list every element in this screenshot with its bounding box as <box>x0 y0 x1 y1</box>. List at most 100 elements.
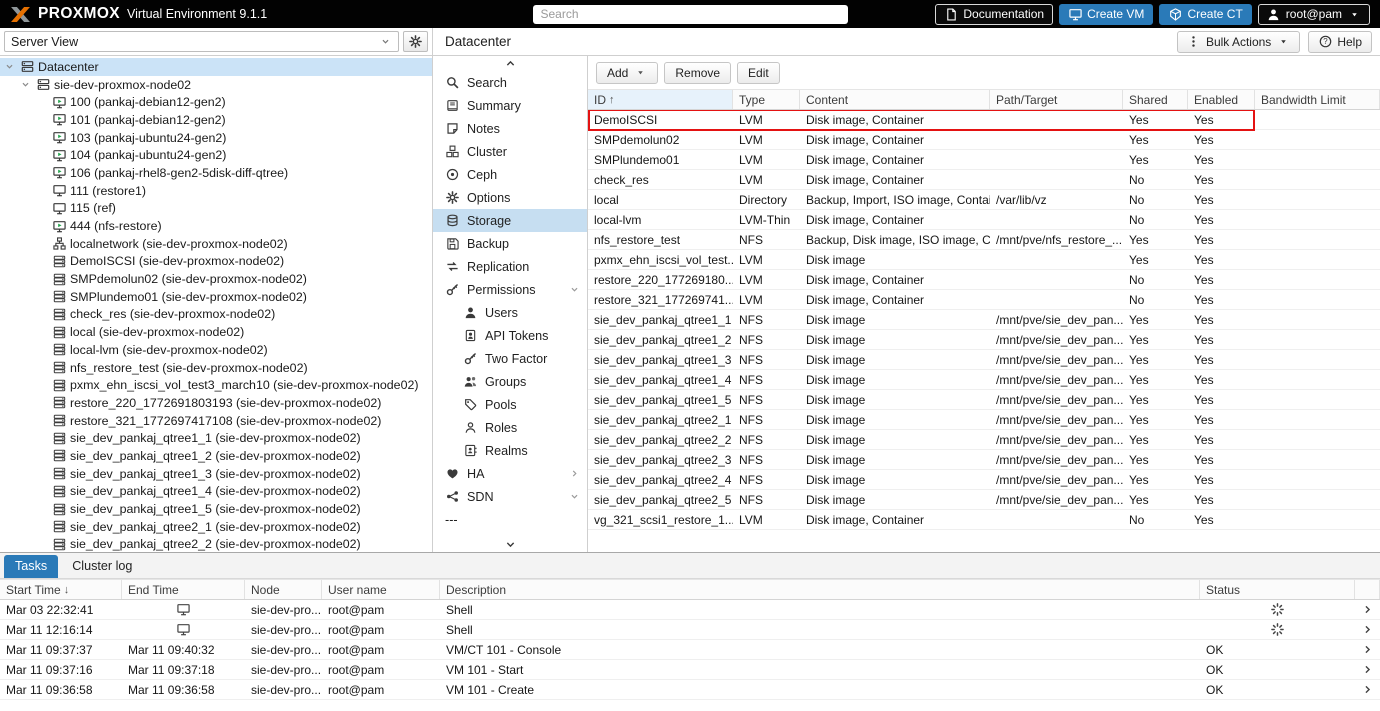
tree-item-local-sie-dev-proxmox-node02[interactable]: local (sie-dev-proxmox-node02) <box>0 323 432 341</box>
nav-item-users[interactable]: Users <box>433 301 587 324</box>
tree-item-444-nfs-restore[interactable]: 444 (nfs-restore) <box>0 217 432 235</box>
tab-tasks[interactable]: Tasks <box>4 555 58 578</box>
chevron-right-icon[interactable] <box>1361 643 1375 657</box>
storage-row-smplundemo01[interactable]: SMPlundemo01LVMDisk image, ContainerYesY… <box>588 150 1380 170</box>
tree-item-local-lvm-sie-dev-proxmox-node02[interactable]: local-lvm (sie-dev-proxmox-node02) <box>0 341 432 359</box>
view-mode-select[interactable]: Server View <box>4 31 399 52</box>
nav-item-options[interactable]: Options <box>433 186 587 209</box>
storage-row-sie-dev-pankaj-qtree2-3[interactable]: sie_dev_pankaj_qtree2_3NFSDisk image/mnt… <box>588 450 1380 470</box>
remove-button[interactable]: Remove <box>664 62 731 84</box>
storage-row-sie-dev-pankaj-qtree2-5[interactable]: sie_dev_pankaj_qtree2_5NFSDisk image/mnt… <box>588 490 1380 510</box>
storage-column-header-bandwidth-limit[interactable]: Bandwidth Limit <box>1255 90 1380 109</box>
storage-row-vg-321-scsi1-restore-1[interactable]: vg_321_scsi1_restore_1...LVMDisk image, … <box>588 510 1380 530</box>
storage-row-demoiscsi[interactable]: DemoISCSILVMDisk image, ContainerYesYes <box>588 110 1380 130</box>
nav-item-permissions[interactable]: Permissions <box>433 278 587 301</box>
tree-item-sie-dev-pankaj-qtree1-2-sie-dev-proxmox-node02[interactable]: sie_dev_pankaj_qtree1_2 (sie-dev-proxmox… <box>0 447 432 465</box>
tree-item-demoiscsi-sie-dev-proxmox-node02[interactable]: DemoISCSI (sie-dev-proxmox-node02) <box>0 253 432 271</box>
nav-item-item[interactable]: --- <box>433 508 587 531</box>
chevron-right-icon[interactable] <box>1361 623 1375 637</box>
tree-item-115-ref[interactable]: 115 (ref) <box>0 200 432 218</box>
help-button[interactable]: ?Help <box>1308 31 1372 53</box>
nav-item-realms[interactable]: Realms <box>433 439 587 462</box>
tab-cluster-log[interactable]: Cluster log <box>61 555 143 578</box>
storage-column-header-shared[interactable]: Shared <box>1123 90 1188 109</box>
storage-column-header-type[interactable]: Type <box>733 90 800 109</box>
tree-item-sie-dev-pankaj-qtree2-1-sie-dev-proxmox-node02[interactable]: sie_dev_pankaj_qtree2_1 (sie-dev-proxmox… <box>0 518 432 536</box>
task-column-header-node[interactable]: Node <box>245 580 322 599</box>
nav-item-roles[interactable]: Roles <box>433 416 587 439</box>
create-ct-button[interactable]: Create CT <box>1159 4 1251 25</box>
nav-item-backup[interactable]: Backup <box>433 232 587 255</box>
tree-item-104-pankaj-ubuntu24-gen2[interactable]: 104 (pankaj-ubuntu24-gen2) <box>0 146 432 164</box>
add-button[interactable]: Add <box>596 62 658 84</box>
nav-item-notes[interactable]: Notes <box>433 117 587 140</box>
storage-row-local[interactable]: localDirectoryBackup, Import, ISO image,… <box>588 190 1380 210</box>
storage-row-smpdemolun02[interactable]: SMPdemolun02LVMDisk image, ContainerYesY… <box>588 130 1380 150</box>
nav-item-summary[interactable]: Summary <box>433 94 587 117</box>
user-menu-button[interactable]: root@pam <box>1258 4 1370 25</box>
nav-item-replication[interactable]: Replication <box>433 255 587 278</box>
tree-item-sie-dev-pankaj-qtree1-5-sie-dev-proxmox-node02[interactable]: sie_dev_pankaj_qtree1_5 (sie-dev-proxmox… <box>0 500 432 518</box>
tree-item-smpdemolun02-sie-dev-proxmox-node02[interactable]: SMPdemolun02 (sie-dev-proxmox-node02) <box>0 270 432 288</box>
task-row-vm-101-create-4[interactable]: Mar 11 09:36:58Mar 11 09:36:58sie-dev-pr… <box>0 680 1380 700</box>
nav-item-storage[interactable]: Storage <box>433 209 587 232</box>
tree-item-111-restore1[interactable]: 111 (restore1) <box>0 182 432 200</box>
expander-icon[interactable] <box>19 78 32 92</box>
task-column-header-end-time[interactable]: End Time <box>122 580 245 599</box>
tree-item-nfs-restore-test-sie-dev-proxmox-node02[interactable]: nfs_restore_test (sie-dev-proxmox-node02… <box>0 359 432 377</box>
storage-column-header-id[interactable]: ID↑ <box>588 90 733 109</box>
task-row-vm-ct-101-console-2[interactable]: Mar 11 09:37:37Mar 11 09:40:32sie-dev-pr… <box>0 640 1380 660</box>
chevron-right-icon[interactable] <box>1361 603 1375 617</box>
tree-item-100-pankaj-debian12-gen2[interactable]: 100 (pankaj-debian12-gen2) <box>0 93 432 111</box>
tree-item-106-pankaj-rhel8-gen2-5disk-diff-qtree[interactable]: 106 (pankaj-rhel8-gen2-5disk-diff-qtree) <box>0 164 432 182</box>
nav-item-groups[interactable]: Groups <box>433 370 587 393</box>
storage-row-sie-dev-pankaj-qtree2-4[interactable]: sie_dev_pankaj_qtree2_4NFSDisk image/mnt… <box>588 470 1380 490</box>
tree-item-101-pankaj-debian12-gen2[interactable]: 101 (pankaj-debian12-gen2) <box>0 111 432 129</box>
create-vm-button[interactable]: Create VM <box>1059 4 1153 25</box>
documentation-button[interactable]: Documentation <box>935 4 1053 25</box>
tree-item-restore-220-1772691803193-sie-dev-proxmox-node02[interactable]: restore_220_1772691803193 (sie-dev-proxm… <box>0 394 432 412</box>
tree-item-sie-dev-proxmox-node02[interactable]: sie-dev-proxmox-node02 <box>0 76 432 94</box>
nav-item-two-factor[interactable]: Two Factor <box>433 347 587 370</box>
nav-scroll-down[interactable] <box>433 537 587 552</box>
nav-item-ha[interactable]: HA <box>433 462 587 485</box>
bulk-actions-button[interactable]: Bulk Actions <box>1177 31 1300 53</box>
task-column-header-user-name[interactable]: User name <box>322 580 440 599</box>
task-column-header-status[interactable]: Status <box>1200 580 1355 599</box>
task-column-header-description[interactable]: Description <box>440 580 1200 599</box>
nav-item-search[interactable]: Search <box>433 71 587 94</box>
storage-row-sie-dev-pankaj-qtree2-1[interactable]: sie_dev_pankaj_qtree2_1NFSDisk image/mnt… <box>588 410 1380 430</box>
nav-item-pools[interactable]: Pools <box>433 393 587 416</box>
tree-item-103-pankaj-ubuntu24-gen2[interactable]: 103 (pankaj-ubuntu24-gen2) <box>0 129 432 147</box>
storage-row-check-res[interactable]: check_resLVMDisk image, ContainerNoYes <box>588 170 1380 190</box>
task-row-shell-0[interactable]: Mar 03 22:32:41sie-dev-pro...root@pamShe… <box>0 600 1380 620</box>
tree-item-restore-321-1772697417108-sie-dev-proxmox-node02[interactable]: restore_321_1772697417108 (sie-dev-proxm… <box>0 412 432 430</box>
storage-row-restore-321-177269741[interactable]: restore_321_177269741...LVMDisk image, C… <box>588 290 1380 310</box>
global-search-input[interactable] <box>533 5 848 24</box>
tree-item-localnetwork-sie-dev-proxmox-node02[interactable]: localnetwork (sie-dev-proxmox-node02) <box>0 235 432 253</box>
tree-item-pxmx-ehn-iscsi-vol-test3-march10-sie-dev-proxmox-node02[interactable]: pxmx_ehn_iscsi_vol_test3_march10 (sie-de… <box>0 376 432 394</box>
storage-row-sie-dev-pankaj-qtree1-4[interactable]: sie_dev_pankaj_qtree1_4NFSDisk image/mnt… <box>588 370 1380 390</box>
storage-row-pxmx-ehn-iscsi-vol-test[interactable]: pxmx_ehn_iscsi_vol_test...LVMDisk imageY… <box>588 250 1380 270</box>
tree-item-sie-dev-pankaj-qtree1-1-sie-dev-proxmox-node02[interactable]: sie_dev_pankaj_qtree1_1 (sie-dev-proxmox… <box>0 429 432 447</box>
task-row-shell-1[interactable]: Mar 11 12:16:14sie-dev-pro...root@pamShe… <box>0 620 1380 640</box>
storage-row-sie-dev-pankaj-qtree1-2[interactable]: sie_dev_pankaj_qtree1_2NFSDisk image/mnt… <box>588 330 1380 350</box>
nav-item-api-tokens[interactable]: API Tokens <box>433 324 587 347</box>
storage-row-sie-dev-pankaj-qtree1-1[interactable]: sie_dev_pankaj_qtree1_1NFSDisk image/mnt… <box>588 310 1380 330</box>
task-column-header-start-time[interactable]: Start Time↓ <box>0 580 122 599</box>
tree-item-check-res-sie-dev-proxmox-node02[interactable]: check_res (sie-dev-proxmox-node02) <box>0 306 432 324</box>
storage-column-header-enabled[interactable]: Enabled <box>1188 90 1255 109</box>
storage-column-header-content[interactable]: Content <box>800 90 990 109</box>
tree-item-sie-dev-pankaj-qtree1-3-sie-dev-proxmox-node02[interactable]: sie_dev_pankaj_qtree1_3 (sie-dev-proxmox… <box>0 465 432 483</box>
tree-item-datacenter[interactable]: Datacenter <box>0 58 432 76</box>
storage-row-nfs-restore-test[interactable]: nfs_restore_testNFSBackup, Disk image, I… <box>588 230 1380 250</box>
tree-item-smplundemo01-sie-dev-proxmox-node02[interactable]: SMPlundemo01 (sie-dev-proxmox-node02) <box>0 288 432 306</box>
expander-icon[interactable] <box>3 60 16 74</box>
task-row-vm-101-start-3[interactable]: Mar 11 09:37:16Mar 11 09:37:18sie-dev-pr… <box>0 660 1380 680</box>
edit-button[interactable]: Edit <box>737 62 780 84</box>
storage-column-header-path-target[interactable]: Path/Target <box>990 90 1123 109</box>
storage-row-sie-dev-pankaj-qtree1-3[interactable]: sie_dev_pankaj_qtree1_3NFSDisk image/mnt… <box>588 350 1380 370</box>
storage-row-restore-220-177269180[interactable]: restore_220_177269180...LVMDisk image, C… <box>588 270 1380 290</box>
nav-scroll-up[interactable] <box>433 56 587 71</box>
chevron-right-icon[interactable] <box>1361 683 1375 697</box>
